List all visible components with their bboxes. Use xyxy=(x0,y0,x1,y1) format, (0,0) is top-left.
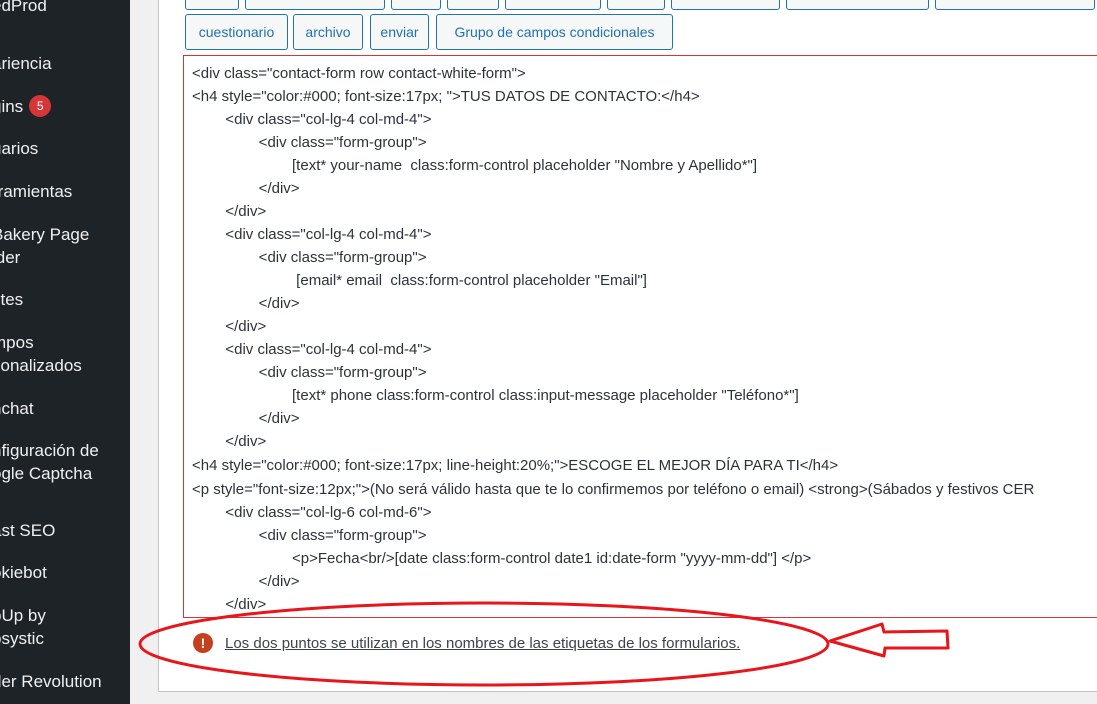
sidebar-item-seo[interactable]: ast SEO xyxy=(0,519,130,542)
tag-button-partial[interactable] xyxy=(786,0,929,10)
code-line: [email* email class:form-control placeho… xyxy=(192,272,647,289)
sidebar-item-label: okiebot xyxy=(0,563,47,582)
tag-button-partial[interactable] xyxy=(245,0,385,10)
tag-button-file[interactable]: archivo xyxy=(293,14,363,50)
code-line: <div class="form-group"> xyxy=(192,527,427,544)
code-line: <p>Fecha<br/>[date class:form-control da… xyxy=(192,550,812,567)
tag-button-partial[interactable] xyxy=(505,0,601,10)
code-line: </div> xyxy=(192,180,300,197)
code-line: <div class="col-lg-6 col-md-6"> xyxy=(192,504,432,521)
tag-button-conditional-group[interactable]: Grupo de campos condicionales xyxy=(436,14,673,50)
tag-button-partial[interactable] xyxy=(607,0,665,10)
update-count-badge: 5 xyxy=(29,95,52,117)
sidebar-item-label: der Revolution xyxy=(0,672,102,691)
tag-button-partial[interactable] xyxy=(935,0,1095,10)
tag-button-partial[interactable] xyxy=(391,0,441,10)
sidebar-item-wpbakery[interactable]: Bakery Page lder xyxy=(0,223,130,269)
sidebar-item-label-line2: sonalizados xyxy=(0,356,82,375)
sidebar-item-users[interactable]: uarios xyxy=(0,137,130,160)
code-line: <h4 style="color:#000; font-size:17px; l… xyxy=(192,457,839,474)
code-line: </div> xyxy=(192,596,267,613)
validation-warning: ! Los dos puntos se utilizan en los nomb… xyxy=(193,630,740,656)
code-line: [text* your-name class:form-control plac… xyxy=(192,157,758,174)
sidebar-item-label: ariencia xyxy=(0,54,52,73)
code-line: <p style="font-size:12px;">(No será váli… xyxy=(192,481,1035,498)
sidebar-item-label: edProd xyxy=(0,0,47,15)
code-line: <div class="col-lg-4 col-md-4"> xyxy=(192,111,432,128)
tag-button-quiz[interactable]: cuestionario xyxy=(185,14,288,50)
sidebar-item-chat[interactable]: nchat xyxy=(0,397,130,420)
sidebar-item-captcha-config[interactable]: nfiguración de ogle Captcha xyxy=(0,439,130,485)
code-line: </div> xyxy=(192,433,267,450)
admin-sidebar: edProd ariencia gins5 uarios rramientas … xyxy=(0,0,130,704)
sidebar-item-label: pUp by xyxy=(0,606,46,625)
warning-icon: ! xyxy=(193,633,213,653)
code-line: <div class="form-group"> xyxy=(192,364,427,381)
tag-button-submit[interactable]: enviar xyxy=(370,14,429,50)
sidebar-item-label: rramientas xyxy=(0,182,73,201)
sidebar-item-label: nfiguración de xyxy=(0,441,99,460)
code-line: <div class="contact-form row contact-whi… xyxy=(192,65,526,82)
code-line: </div> xyxy=(192,318,267,335)
code-line: </div> xyxy=(192,410,300,427)
warning-link[interactable]: Los dos puntos se utilizan en los nombre… xyxy=(225,635,740,652)
code-line: <div class="form-group"> xyxy=(192,249,427,266)
sidebar-item-cookiebot[interactable]: okiebot xyxy=(0,561,130,584)
sidebar-item-feedprod[interactable]: edProd xyxy=(0,0,130,17)
code-line: </div> xyxy=(192,295,300,312)
main-content: cuestionario archivo enviar Grupo de cam… xyxy=(130,0,1097,704)
sidebar-item-label: Bakery Page xyxy=(0,225,90,244)
sidebar-item-plugins[interactable]: gins 5 xyxy=(0,95,130,118)
tag-button-partial[interactable] xyxy=(185,0,239,10)
sidebar-item-label: nchat xyxy=(0,399,34,418)
code-line: <div class="col-lg-4 col-md-4"> xyxy=(192,341,432,358)
sidebar-item-label-line2: ogle Captcha xyxy=(0,464,93,483)
code-line: <div class="col-lg-4 col-md-4"> xyxy=(192,226,432,243)
sidebar-item-label-line2: lder xyxy=(0,248,21,267)
code-line: <div class="form-group"> xyxy=(192,134,427,151)
sidebar-item-label: mpos xyxy=(0,333,34,352)
sidebar-item-custom-fields[interactable]: mpos sonalizados xyxy=(0,331,130,377)
form-code-editor[interactable]: <div class="contact-form row contact-whi… xyxy=(183,55,1097,618)
sidebar-item-appearance[interactable]: ariencia xyxy=(0,52,130,75)
sidebar-item-label: uarios xyxy=(0,139,39,158)
sidebar-item-label: gins xyxy=(0,97,24,116)
sidebar-item-label: ast SEO xyxy=(0,521,56,540)
sidebar-item-tools[interactable]: rramientas xyxy=(0,180,130,203)
code-line: </div> xyxy=(192,203,267,220)
code-line: </div> xyxy=(192,573,300,590)
tag-button-partial[interactable] xyxy=(671,0,780,10)
sidebar-item-label-line2: psystic xyxy=(0,629,44,648)
sidebar-item-label: stes xyxy=(0,290,24,309)
code-line: [text* phone class:form-control class:in… xyxy=(192,387,799,404)
sidebar-item-slider-revolution[interactable]: der Revolution xyxy=(0,670,130,693)
sidebar-item-popup[interactable]: pUp by psystic xyxy=(0,604,130,650)
sidebar-item-settings[interactable]: stes xyxy=(0,288,130,311)
code-line: <h4 style="color:#000; font-size:17px; "… xyxy=(192,88,700,105)
tag-button-partial[interactable] xyxy=(447,0,499,10)
